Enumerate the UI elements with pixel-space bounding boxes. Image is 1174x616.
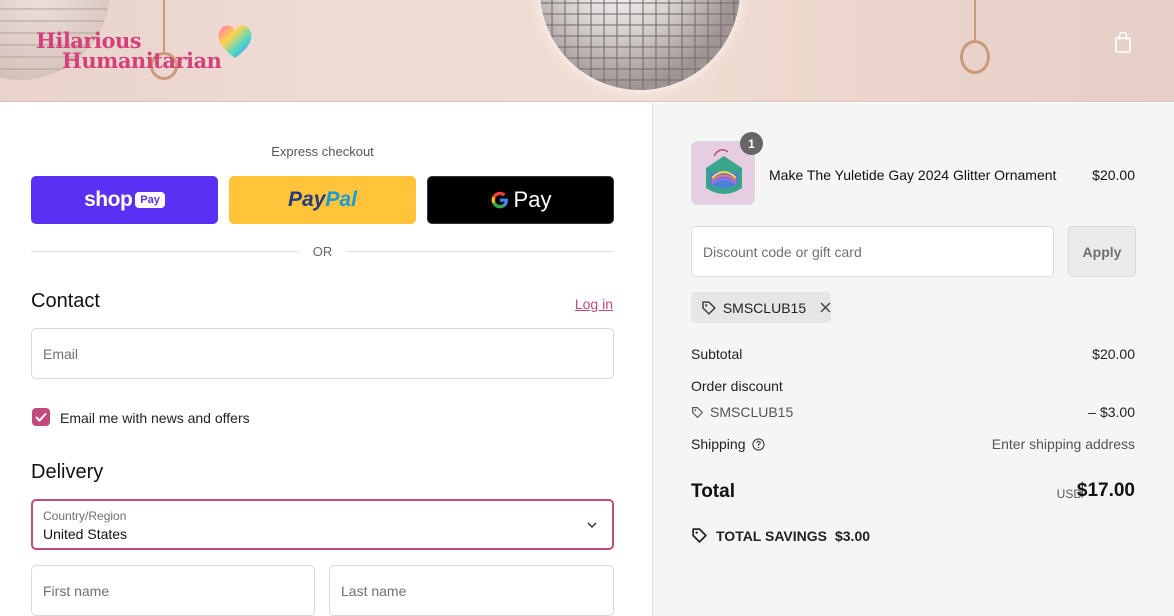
ring-decoration [960, 40, 990, 74]
total-savings-value: $3.00 [834, 527, 871, 544]
paypal-button[interactable]: PayPal [229, 176, 416, 224]
chain-decoration [974, 0, 976, 42]
chevron-down-icon [587, 522, 597, 529]
total-savings-row: TOTAL SAVINGS $3.00 [691, 527, 870, 544]
checkout-form: Express checkout shop Pay PayPal Pay OR … [0, 103, 652, 616]
shipping-value: Enter shipping address [991, 436, 1135, 452]
subtotal-label: Subtotal [691, 346, 743, 362]
email-input[interactable] [32, 329, 613, 378]
google-pay-button[interactable]: Pay [427, 176, 614, 224]
or-divider: OR [31, 243, 614, 261]
contact-heading: Contact [31, 290, 100, 312]
shopping-bag-icon[interactable] [1113, 31, 1133, 53]
discount-code-field[interactable] [691, 226, 1054, 277]
first-name-field[interactable] [31, 565, 315, 616]
newsletter-label: Email me with news and offers [60, 410, 250, 426]
checkmark-icon [35, 412, 47, 422]
order-discount-code: SMSCLUB15 [710, 404, 794, 420]
shipping-row: Shipping [691, 436, 765, 452]
product-price: $20.00 [1092, 167, 1135, 183]
order-discount-label: Order discount [691, 378, 783, 394]
subtotal-value: $20.00 [1092, 346, 1135, 362]
country-label: Country/Region [43, 509, 127, 523]
tag-icon [702, 300, 716, 315]
country-select[interactable]: Country/Region United States [31, 499, 614, 550]
product-name: Make The Yuletide Gay 2024 Glitter Ornam… [769, 167, 1057, 183]
shop-pay-button[interactable]: shop Pay [31, 176, 218, 224]
log-in-link[interactable]: Log in [575, 296, 613, 312]
total-savings-label: TOTAL SAVINGS [716, 527, 827, 544]
help-circle-icon[interactable] [751, 437, 765, 451]
total-amount: $17.00 [1076, 480, 1135, 501]
order-discount-value: – $3.00 [1088, 404, 1135, 420]
applied-discount-code: SMSCLUB15 [722, 299, 807, 316]
order-summary: 1 Make The Yuletide Gay 2024 Glitter Orn… [652, 103, 1174, 616]
last-name-input[interactable] [330, 566, 613, 615]
shop-pay-badge: Pay [135, 192, 165, 208]
express-checkout-label: Express checkout [271, 144, 374, 159]
shipping-label: Shipping [691, 436, 746, 452]
newsletter-checkbox[interactable] [32, 408, 50, 426]
logo-text-line2: Humanitarian [62, 48, 222, 73]
apply-button[interactable]: Apply [1068, 226, 1136, 277]
paypal-logo: PayPal [288, 188, 357, 211]
tag-icon [692, 406, 703, 418]
first-name-input[interactable] [32, 566, 314, 615]
shop-pay-brand: shop [84, 188, 133, 211]
total-label: Total [691, 481, 735, 502]
discount-code-input[interactable] [692, 227, 1053, 276]
header-banner: Hilarious Humanitarian [0, 0, 1174, 102]
last-name-field[interactable] [329, 565, 614, 616]
quantity-badge: 1 [740, 132, 763, 155]
order-discount-code-row: SMSCLUB15 [691, 404, 793, 420]
store-logo[interactable]: Hilarious Humanitarian [34, 22, 264, 82]
applied-discount-chip: SMSCLUB15 [691, 292, 831, 323]
tag-icon [692, 528, 707, 543]
close-icon[interactable] [820, 302, 831, 313]
delivery-heading: Delivery [31, 461, 104, 483]
heart-icon [218, 25, 252, 58]
google-pay-label: Pay [513, 187, 552, 212]
disco-ball-decoration [540, 0, 740, 90]
email-field[interactable] [31, 328, 614, 379]
country-value: United States [43, 526, 128, 542]
google-g-icon [491, 191, 508, 209]
